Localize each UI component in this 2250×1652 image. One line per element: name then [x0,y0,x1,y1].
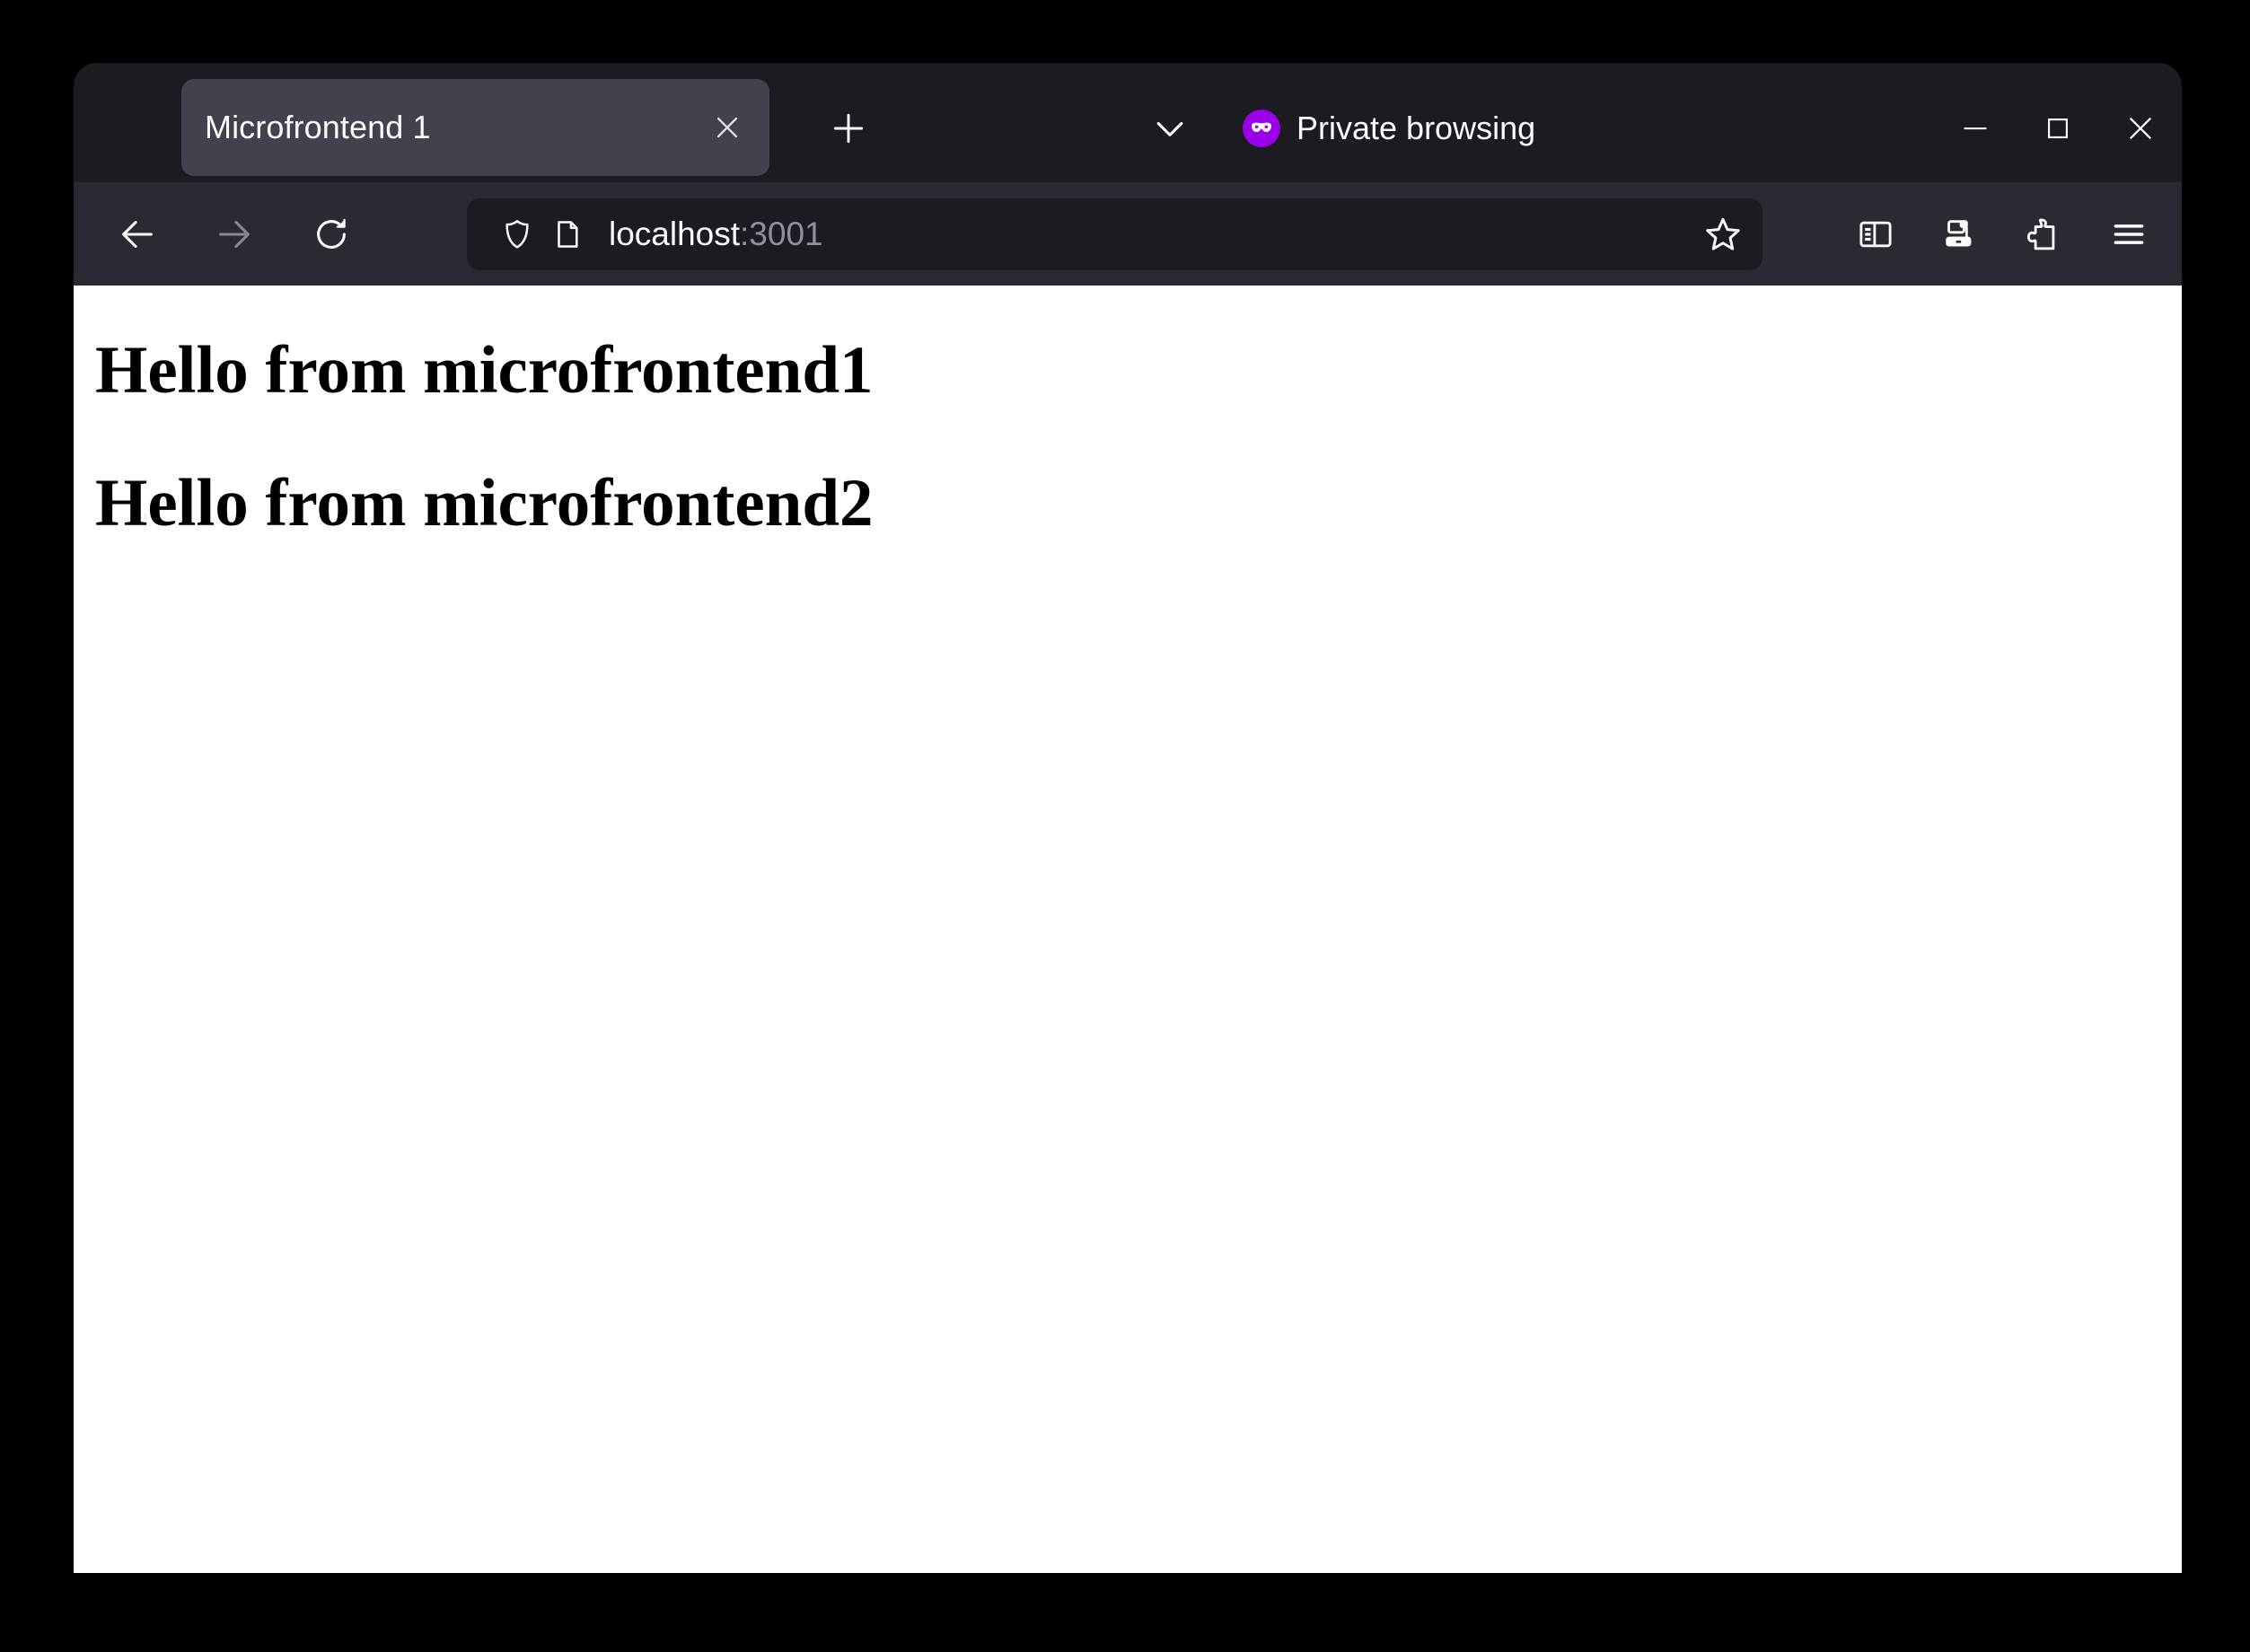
url-bar[interactable]: localhost:3001 [467,198,1762,270]
minimize-icon[interactable] [1934,90,2017,167]
window-controls [1934,90,2182,167]
back-arrow-icon[interactable] [102,199,172,269]
extensions-puzzle-icon[interactable] [2009,199,2079,269]
reload-icon[interactable] [296,199,366,269]
url-port: :3001 [740,215,823,252]
plus-icon[interactable] [817,97,880,160]
private-browsing-indicator: Private browsing [1243,97,1535,160]
close-icon[interactable] [699,100,755,155]
page-heading-microfrontend1: Hello from microfrontend1 [95,333,874,408]
maximize-icon[interactable] [2017,90,2099,167]
close-window-icon[interactable] [2099,90,2182,167]
url-host: localhost [609,215,741,252]
forward-arrow-icon[interactable] [199,199,269,269]
browser-window: Microfrontend 1 Private browsing localho… [74,63,2182,1573]
tab-title: Microfrontend 1 [205,109,431,145]
private-mask-icon [1243,110,1280,147]
sidebar-toggle-icon[interactable] [1841,199,1911,269]
save-to-device-icon[interactable] [1925,199,1995,269]
browser-tab-microfrontend-1[interactable]: Microfrontend 1 [181,79,769,176]
url-text[interactable]: localhost:3001 [609,215,1691,253]
navigation-toolbar: localhost:3001 [74,182,2182,286]
bookmark-star-icon[interactable] [1691,202,1755,267]
chevron-down-icon[interactable] [1138,97,1201,160]
private-browsing-label: Private browsing [1296,110,1536,146]
hamburger-menu-icon[interactable] [2094,199,2164,269]
page-content: Hello from microfrontend1 Hello from mic… [74,286,2182,1573]
page-heading-microfrontend2: Hello from microfrontend2 [95,466,874,540]
tab-strip: Microfrontend 1 Private browsing [74,63,2182,182]
page-document-icon[interactable] [542,209,593,259]
toolbar-actions [1841,198,2164,270]
navigation-buttons [102,199,366,269]
shield-icon[interactable] [492,209,542,259]
